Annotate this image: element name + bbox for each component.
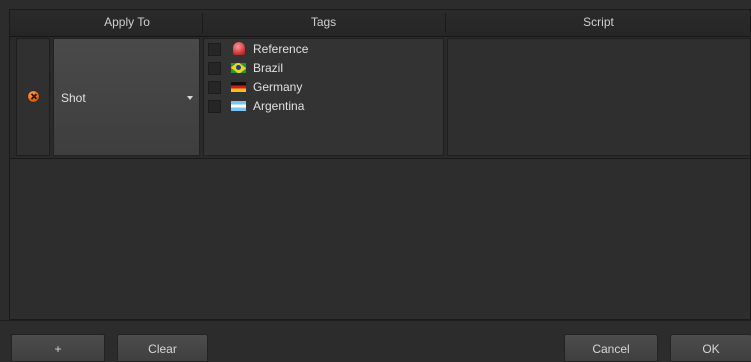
table-row: Shot Reference Brazil Germany Argentina [10, 37, 750, 159]
tag-checkbox[interactable] [208, 81, 221, 94]
row-header [16, 38, 50, 156]
argentina-flag-icon [231, 101, 246, 111]
tag-checkbox[interactable] [208, 43, 221, 56]
tag-checkbox[interactable] [208, 100, 221, 113]
tag-label: Germany [253, 80, 303, 94]
tag-label: Brazil [253, 61, 284, 75]
tag-rules-dialog: Apply To Tags Script Shot Reference Braz… [0, 0, 751, 362]
tags-list: Reference Brazil Germany Argentina [203, 38, 444, 156]
header-script: Script [583, 15, 614, 29]
brazil-flag-icon [231, 63, 246, 73]
tag-item-reference[interactable]: Reference [208, 41, 438, 57]
rules-table: Apply To Tags Script Shot Reference Braz… [9, 9, 751, 320]
tag-checkbox[interactable] [208, 62, 221, 75]
table-header: Apply To Tags Script [10, 10, 750, 37]
add-rule-button[interactable]: + [11, 334, 105, 362]
apply-to-value: Shot [61, 91, 86, 105]
remove-row-icon[interactable] [28, 91, 39, 102]
header-apply-to: Apply To [104, 15, 150, 29]
apply-to-dropdown[interactable]: Shot [53, 38, 200, 156]
cancel-button[interactable]: Cancel [564, 334, 658, 362]
tag-label: Argentina [253, 99, 305, 113]
reference-icon [233, 42, 245, 55]
footer-divider [0, 320, 751, 321]
script-field[interactable] [447, 38, 750, 156]
tag-item-germany[interactable]: Germany [208, 79, 438, 95]
clear-button[interactable]: Clear [117, 334, 208, 362]
tag-label: Reference [253, 42, 309, 56]
tag-item-argentina[interactable]: Argentina [208, 98, 438, 114]
header-tags: Tags [310, 15, 337, 29]
ok-button[interactable]: OK [670, 334, 751, 362]
germany-flag-icon [231, 82, 246, 92]
tag-item-brazil[interactable]: Brazil [208, 60, 438, 76]
chevron-down-icon [187, 96, 193, 100]
